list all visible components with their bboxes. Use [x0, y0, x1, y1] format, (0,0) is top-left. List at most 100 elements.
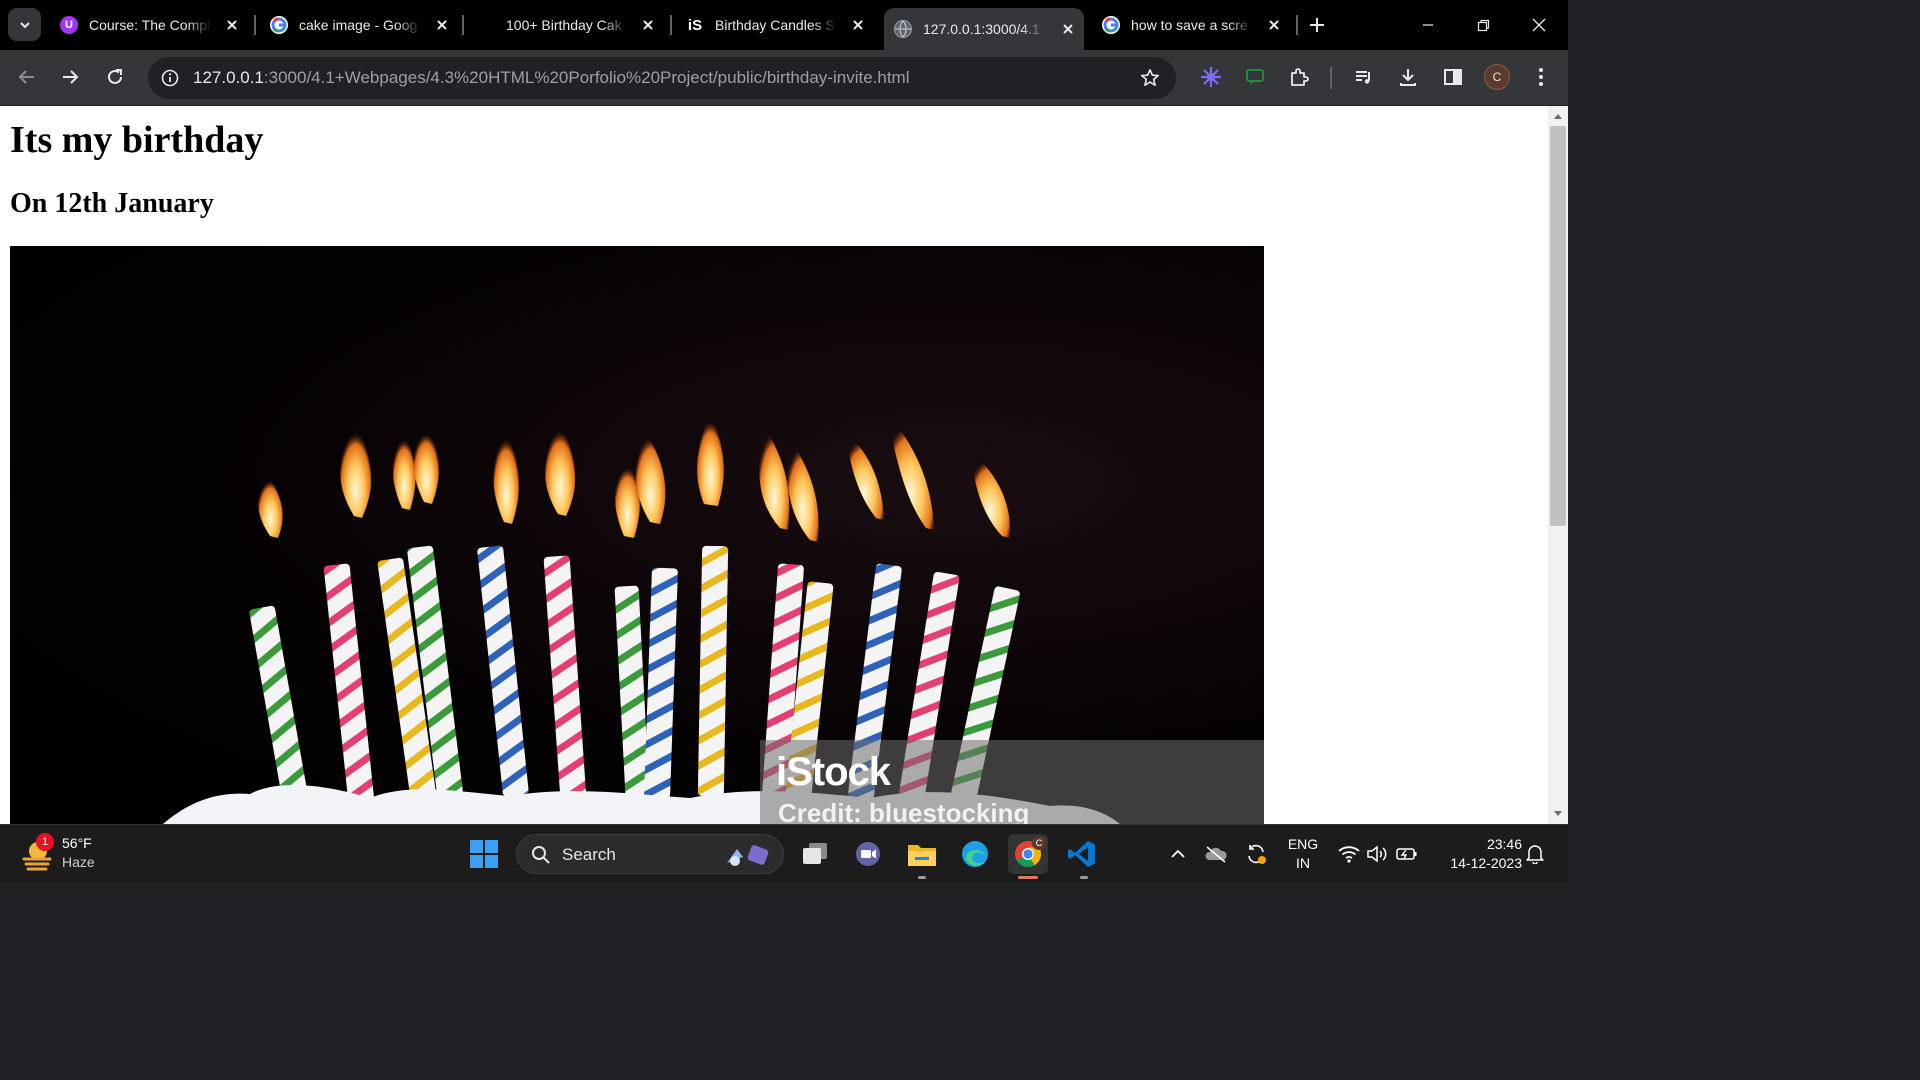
tab-birthday-cake-ideas[interactable]: 100+ Birthday Cak	[478, 6, 664, 44]
image-credit: Credit: bluestocking	[778, 798, 1030, 824]
scroll-down-arrow-icon[interactable]	[1548, 806, 1568, 822]
onedrive-button[interactable]	[1198, 834, 1234, 874]
extensions-button[interactable]	[1282, 60, 1316, 94]
tab-save-screenshot-search[interactable]: how to save a scre	[1094, 6, 1290, 44]
snowflake-extension-icon	[1201, 67, 1221, 87]
chrome-menu-button[interactable]	[1524, 60, 1558, 94]
candle	[249, 474, 309, 807]
vscode-button[interactable]	[1062, 834, 1102, 874]
arrow-left-icon	[18, 70, 34, 84]
file-explorer-button[interactable]	[902, 834, 942, 874]
side-panel-icon	[1444, 69, 1462, 85]
start-button[interactable]	[464, 834, 504, 874]
tab-search-button[interactable]	[8, 8, 41, 41]
clock-date: 14-12-2023	[1450, 855, 1522, 871]
candle	[697, 412, 729, 797]
wifi-icon	[1338, 846, 1360, 863]
language-indicator[interactable]: ENG IN	[1282, 835, 1324, 873]
back-button[interactable]	[10, 60, 44, 94]
language-code: ENG	[1287, 836, 1319, 852]
speaker-icon	[1367, 845, 1387, 863]
chevron-down-icon	[19, 21, 30, 28]
minimize-icon	[1423, 24, 1433, 26]
close-window-button[interactable]	[1516, 8, 1562, 42]
search-highlight-icon	[727, 845, 769, 866]
scroll-up-arrow-icon[interactable]	[1548, 108, 1568, 124]
restore-button[interactable]	[1460, 8, 1506, 42]
search-label: Search	[562, 845, 616, 864]
chrome-taskbar-button[interactable]: C	[1008, 834, 1048, 874]
close-icon[interactable]	[1060, 21, 1076, 37]
sync-status-button[interactable]	[1238, 834, 1274, 874]
weather-temp: 56°F	[62, 835, 92, 851]
teams-chat-button[interactable]	[848, 834, 888, 874]
battery-charging-icon	[1396, 848, 1417, 860]
queue-music-icon	[1356, 71, 1370, 84]
close-icon[interactable]	[640, 17, 656, 33]
close-icon[interactable]	[224, 17, 240, 33]
page-subheading: On 12th January	[10, 188, 214, 219]
address-bar[interactable]: 127.0.0.1:3000/4.1+Webpages/4.3%20HTML%2…	[148, 57, 1176, 99]
google-icon	[1102, 16, 1120, 34]
side-panel-button[interactable]	[1436, 60, 1470, 94]
windows-logo-icon	[470, 840, 498, 868]
new-tab-button[interactable]	[1304, 12, 1330, 38]
wifi-button[interactable]	[1334, 834, 1364, 874]
minimize-button[interactable]	[1405, 8, 1451, 42]
stock-watermark: iStock Credit: bluestocking	[760, 740, 1264, 824]
site-info-icon[interactable]	[158, 66, 182, 90]
region-code: IN	[1296, 855, 1310, 871]
battery-button[interactable]	[1392, 834, 1422, 874]
chrome-profile-badge: C	[1032, 836, 1046, 850]
restore-icon	[1477, 19, 1489, 31]
browser-toolbar: 127.0.0.1:3000/4.1+Webpages/4.3%20HTML%2…	[0, 50, 1568, 106]
tab-strip: U Course: The Compl cake image - Goog 10…	[0, 0, 1568, 50]
arrow-right-icon	[63, 70, 79, 84]
weather-widget[interactable]: 1 56°F Haze	[18, 833, 118, 875]
tab-divider	[1296, 15, 1298, 35]
clock[interactable]: 23:46 14-12-2023	[1432, 835, 1522, 873]
istock-icon: iS	[687, 16, 703, 34]
close-icon[interactable]	[1266, 17, 1282, 33]
tab-divider	[462, 15, 464, 35]
scrollbar-thumb[interactable]	[1550, 126, 1566, 526]
google-icon	[270, 16, 288, 34]
taskbar-search[interactable]: Search	[516, 834, 784, 874]
profile-avatar[interactable]: C	[1484, 64, 1510, 90]
tab-birthday-candles-istock[interactable]: iS Birthday Candles S	[678, 6, 874, 44]
plus-icon	[1310, 18, 1324, 32]
tab-title: Course: The Compl	[89, 17, 211, 33]
volume-button[interactable]	[1362, 834, 1392, 874]
downloads-button[interactable]	[1391, 60, 1425, 94]
running-indicator	[1080, 876, 1088, 879]
task-view-button[interactable]	[795, 834, 835, 874]
extension-chat-button[interactable]	[1238, 60, 1272, 94]
vertical-scrollbar[interactable]	[1548, 106, 1568, 824]
windows-taskbar: 1 56°F Haze Search C ENG IN 23:46 14-12-…	[0, 824, 1568, 882]
more-vert-icon	[1539, 68, 1543, 86]
task-view-icon	[803, 843, 827, 864]
tab-cake-image-search[interactable]: cake image - Goog	[262, 6, 458, 44]
show-hidden-icons-button[interactable]	[1160, 834, 1196, 874]
extension-snowflake-button[interactable]	[1194, 60, 1228, 94]
udemy-icon: U	[60, 16, 78, 34]
tab-title: Birthday Candles S	[715, 17, 835, 33]
edge-button[interactable]	[955, 834, 995, 874]
media-controls-button[interactable]	[1347, 60, 1381, 94]
reload-icon	[108, 69, 122, 84]
close-icon[interactable]	[850, 17, 866, 33]
forward-button[interactable]	[53, 60, 87, 94]
vscode-icon	[1068, 841, 1095, 867]
url-text[interactable]: 127.0.0.1:3000/4.1+Webpages/4.3%20HTML%2…	[193, 68, 909, 88]
sync-icon	[1248, 844, 1266, 864]
reload-button[interactable]	[98, 60, 132, 94]
bookmark-star-icon[interactable]	[1138, 66, 1162, 90]
close-icon[interactable]	[434, 17, 450, 33]
candle	[477, 430, 529, 797]
chevron-up-icon	[1171, 849, 1185, 858]
download-icon	[1400, 69, 1416, 86]
tab-udemy-course[interactable]: U Course: The Compl	[52, 6, 248, 44]
notifications-button[interactable]	[1520, 834, 1550, 874]
tab-title: 100+ Birthday Cak	[506, 17, 622, 33]
tab-localhost-birthday-invite[interactable]: 127.0.0.1:3000/4.1	[884, 8, 1084, 50]
